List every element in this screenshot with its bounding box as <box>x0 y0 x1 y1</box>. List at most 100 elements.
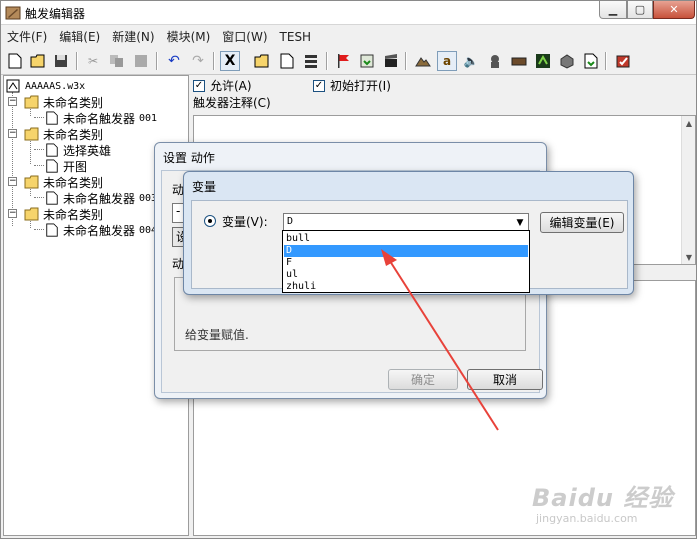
tree-category[interactable]: 未命名类别 <box>24 174 103 190</box>
cut-icon[interactable]: ✂ <box>83 51 103 71</box>
collapse-toggle[interactable]: − <box>8 209 17 218</box>
maximize-button[interactable]: ▢ <box>627 1 653 19</box>
menu-window[interactable]: 窗口(W) <box>216 28 273 45</box>
paste-icon[interactable] <box>131 51 151 71</box>
scroll-up-icon[interactable]: ▲ <box>682 116 696 130</box>
variable-radio-label: 变量(V): <box>222 215 268 229</box>
open-folder-icon[interactable] <box>28 51 48 71</box>
checkbox-box[interactable]: ✓ <box>193 79 205 92</box>
checkbox-box[interactable]: ✓ <box>313 79 325 92</box>
menu-edit[interactable]: 编辑(E) <box>53 28 106 45</box>
collapse-toggle[interactable]: − <box>8 177 17 186</box>
menu-new[interactable]: 新建(N) <box>106 28 160 45</box>
import-manager-icon[interactable] <box>581 51 601 71</box>
edit-variable-button[interactable]: 编辑变量(E) <box>540 212 624 233</box>
tree-item-label: 未命名类别 <box>43 175 104 190</box>
close-button[interactable]: ✕ <box>653 1 695 19</box>
new-category-icon[interactable] <box>252 51 272 71</box>
ok-button[interactable]: 确定 <box>388 369 458 390</box>
scroll-down-icon[interactable]: ▼ <box>682 250 696 264</box>
variable-radio[interactable] <box>204 215 216 227</box>
menu-bar: 文件(F) 编辑(E) 新建(N) 模块(M) 窗口(W) TESH <box>1 26 696 47</box>
dropdown-option[interactable]: ul <box>284 269 528 281</box>
variable-dropdown-list[interactable]: bull D F ul zhuli <box>282 230 530 293</box>
collapse-toggle[interactable]: − <box>8 129 17 138</box>
menu-module[interactable]: 模块(M) <box>161 28 217 45</box>
tree-item-label: 未命名类别 <box>43 207 104 222</box>
action-combo-text: - <box>176 204 181 218</box>
map-icon <box>6 79 20 93</box>
enable-checkbox[interactable]: ✓ 允许(A) <box>193 77 252 94</box>
tree-item-suffix: 001 <box>139 112 158 124</box>
sound-icon[interactable]: 🔈 <box>461 51 481 71</box>
folder-icon <box>24 175 39 189</box>
terrain-icon[interactable] <box>413 51 433 71</box>
description-text: 给变量赋值. <box>185 328 249 342</box>
enable-label: 允许(A) <box>210 79 252 93</box>
redo-icon[interactable]: ↷ <box>188 51 208 71</box>
new-trigger-icon[interactable] <box>277 51 297 71</box>
initially-on-label: 初始打开(I) <box>330 79 391 93</box>
tree-category[interactable]: 未命名类别 <box>24 206 103 222</box>
flag-icon[interactable] <box>333 51 353 71</box>
initially-on-checkbox[interactable]: ✓ 初始打开(I) <box>313 77 391 94</box>
variable-dialog-title: 变量 <box>192 180 217 194</box>
tree-category[interactable]: 未命名类别 <box>24 126 103 142</box>
tree-root-label: AAAAAS.w3x <box>25 80 86 92</box>
copy-icon[interactable] <box>107 51 127 71</box>
window-title: 触发编辑器 <box>25 7 86 21</box>
tree-trigger[interactable]: 未命名触发器 004 <box>44 222 157 238</box>
tree-item-label: 开图 <box>63 159 88 174</box>
ai-editor-icon[interactable] <box>533 51 553 71</box>
dropdown-option[interactable]: zhuli <box>284 281 528 293</box>
collapse-toggle[interactable]: − <box>8 97 17 106</box>
comment-label: 触发器注释(C) <box>193 96 271 110</box>
tree-item-label: 未命名类别 <box>43 127 104 142</box>
set-action-title: 设置 动作 <box>163 151 215 165</box>
delete-x-icon[interactable]: X <box>220 51 240 71</box>
cancel-button[interactable]: 取消 <box>467 369 543 390</box>
trigger-file-icon <box>46 143 58 157</box>
minimize-button[interactable]: ▁ <box>599 1 627 19</box>
tree-trigger[interactable]: 开图 <box>44 158 87 174</box>
undo-icon[interactable]: ↶ <box>164 51 184 71</box>
app-icon <box>5 6 21 20</box>
watermark-url: jingyan.baidu.com <box>536 512 638 525</box>
variable-select-value: D <box>287 216 294 227</box>
import-icon[interactable] <box>357 51 377 71</box>
dropdown-option-selected[interactable]: D <box>284 245 528 257</box>
baidu-watermark: Baidu 经验 jingyan.baidu.com <box>530 478 690 532</box>
dropdown-option[interactable]: bull <box>284 233 528 245</box>
trigger-file-icon <box>46 223 58 237</box>
menu-tesh[interactable]: TESH <box>274 30 318 44</box>
trigger-file-icon <box>46 111 58 125</box>
new-comment-icon[interactable] <box>301 51 321 71</box>
tree-item-label: 选择英雄 <box>63 143 112 158</box>
menu-file[interactable]: 文件(F) <box>1 28 53 45</box>
save-icon[interactable] <box>51 51 71 71</box>
chevron-down-icon[interactable]: ▼ <box>512 214 528 231</box>
trigger-file-icon <box>46 191 58 205</box>
test-map-icon[interactable] <box>613 51 633 71</box>
trigger-editor-icon[interactable]: a <box>437 51 457 71</box>
tree-category[interactable]: 未命名类别 <box>24 94 103 110</box>
object-manager-icon[interactable] <box>557 51 577 71</box>
comment-scrollbar[interactable]: ▲ ▼ <box>681 116 695 264</box>
dropdown-option[interactable]: F <box>284 257 528 269</box>
tree-trigger[interactable]: 选择英雄 <box>44 142 111 158</box>
tree-trigger[interactable]: 未命名触发器 003 <box>44 190 157 206</box>
object-icon[interactable] <box>485 51 505 71</box>
tree-item-label: 未命名触发器 <box>63 223 136 238</box>
title-bar: 触发编辑器 ▁ ▢ ✕ <box>1 1 696 25</box>
folder-icon <box>24 127 39 141</box>
trigger-file-icon <box>46 159 58 173</box>
tree-item-label: 未命名触发器 <box>63 111 136 126</box>
folder-icon <box>24 207 39 221</box>
new-file-icon[interactable] <box>5 51 25 71</box>
clapper-icon[interactable] <box>381 51 401 71</box>
tree-root[interactable]: AAAAAS.w3x <box>6 78 85 94</box>
campaign-icon[interactable] <box>509 51 529 71</box>
folder-icon <box>24 95 39 109</box>
tree-trigger[interactable]: 未命名触发器 001 <box>44 110 157 126</box>
tree-item-label: 未命名触发器 <box>63 191 136 206</box>
